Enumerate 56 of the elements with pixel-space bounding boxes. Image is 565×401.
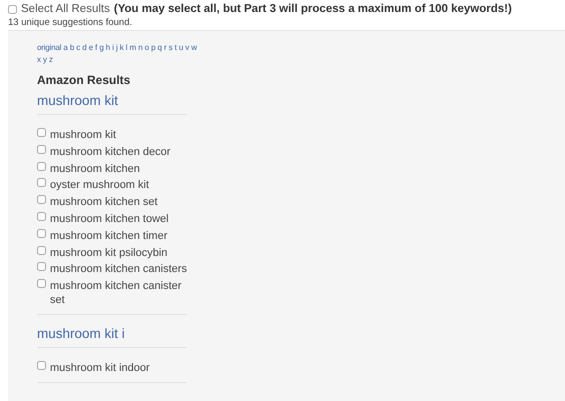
checkbox[interactable]	[37, 246, 46, 255]
checkbox[interactable]	[37, 195, 46, 204]
checkbox[interactable]	[37, 178, 46, 188]
checkbox[interactable]	[37, 144, 46, 154]
letter-link[interactable]: x	[37, 54, 41, 66]
letter-link[interactable]: i	[112, 42, 114, 54]
checkbox[interactable]	[37, 360, 46, 370]
letter-link[interactable]: k	[120, 42, 124, 54]
letter-link[interactable]: p	[151, 42, 156, 54]
checkbox[interactable]	[37, 212, 46, 221]
letter-link[interactable]: f	[95, 42, 98, 54]
suggestion-label: oyster mushroom kit	[50, 178, 150, 192]
letter-link[interactable]: l	[126, 42, 128, 54]
suggestion-label: mushroom kit	[50, 128, 116, 142]
letter-link[interactable]: v	[185, 42, 190, 54]
letter-link[interactable]: j	[116, 42, 118, 54]
checkbox[interactable]	[37, 262, 46, 272]
suggestion-label: mushroom kitchen decor	[50, 144, 170, 159]
suggestion-label: mushroom kitchen canister set	[50, 279, 182, 308]
checkbox[interactable]	[37, 228, 46, 238]
letter-link[interactable]: r	[164, 42, 166, 54]
letter-link[interactable]: d	[82, 42, 87, 54]
suggestion-label: mushroom kit indoor	[50, 360, 150, 375]
checkbox[interactable]	[37, 279, 46, 288]
suggestion-label: mushroom kitchen timer	[50, 228, 168, 243]
result-count: 13 unique suggestions found.	[7, 16, 134, 30]
checkbox[interactable]	[37, 162, 46, 171]
group-heading: mushroom kit i	[37, 320, 187, 348]
letter-link[interactable]: q	[158, 42, 162, 54]
results-title: Amazon Results	[37, 73, 132, 87]
checkbox[interactable]	[37, 128, 46, 137]
letter-link[interactable]: t	[174, 42, 177, 54]
letter-link[interactable]: h	[106, 42, 110, 54]
suggestion-label: mushroom kitchen set	[50, 195, 158, 210]
letter-link[interactable]: u	[178, 42, 184, 54]
letter-link[interactable]: n	[138, 42, 142, 54]
letter-link[interactable]: w	[191, 42, 197, 54]
letter-link[interactable]: b	[70, 42, 74, 54]
letter-link[interactable]: a	[63, 42, 68, 54]
select-all-label: Select All Results	[21, 3, 110, 15]
letter-link[interactable]: s	[168, 42, 172, 54]
checkbox[interactable]	[8, 4, 17, 14]
suggestion-label: mushroom kit psilocybin	[50, 246, 168, 260]
letter-link[interactable]: y	[43, 54, 47, 66]
suggestion-label: mushroom kitchen towel	[50, 212, 169, 226]
letter-link[interactable]: c	[76, 42, 80, 54]
letter-link[interactable]: original	[37, 42, 62, 54]
suggestion-label: mushroom kitchen canisters	[50, 262, 187, 276]
letter-link[interactable]: g	[99, 42, 104, 54]
group-heading: mushroom kit	[37, 88, 187, 115]
suggestion-label: mushroom kitchen	[50, 162, 140, 176]
letter-link[interactable]: z	[49, 54, 53, 66]
limit-note: (You may select all, but Part 3 will process a maximum of 100 keywords!)	[114, 3, 512, 15]
letter-link[interactable]: m	[130, 42, 136, 54]
letter-link[interactable]: e	[88, 42, 93, 54]
letter-link[interactable]: o	[144, 42, 149, 54]
